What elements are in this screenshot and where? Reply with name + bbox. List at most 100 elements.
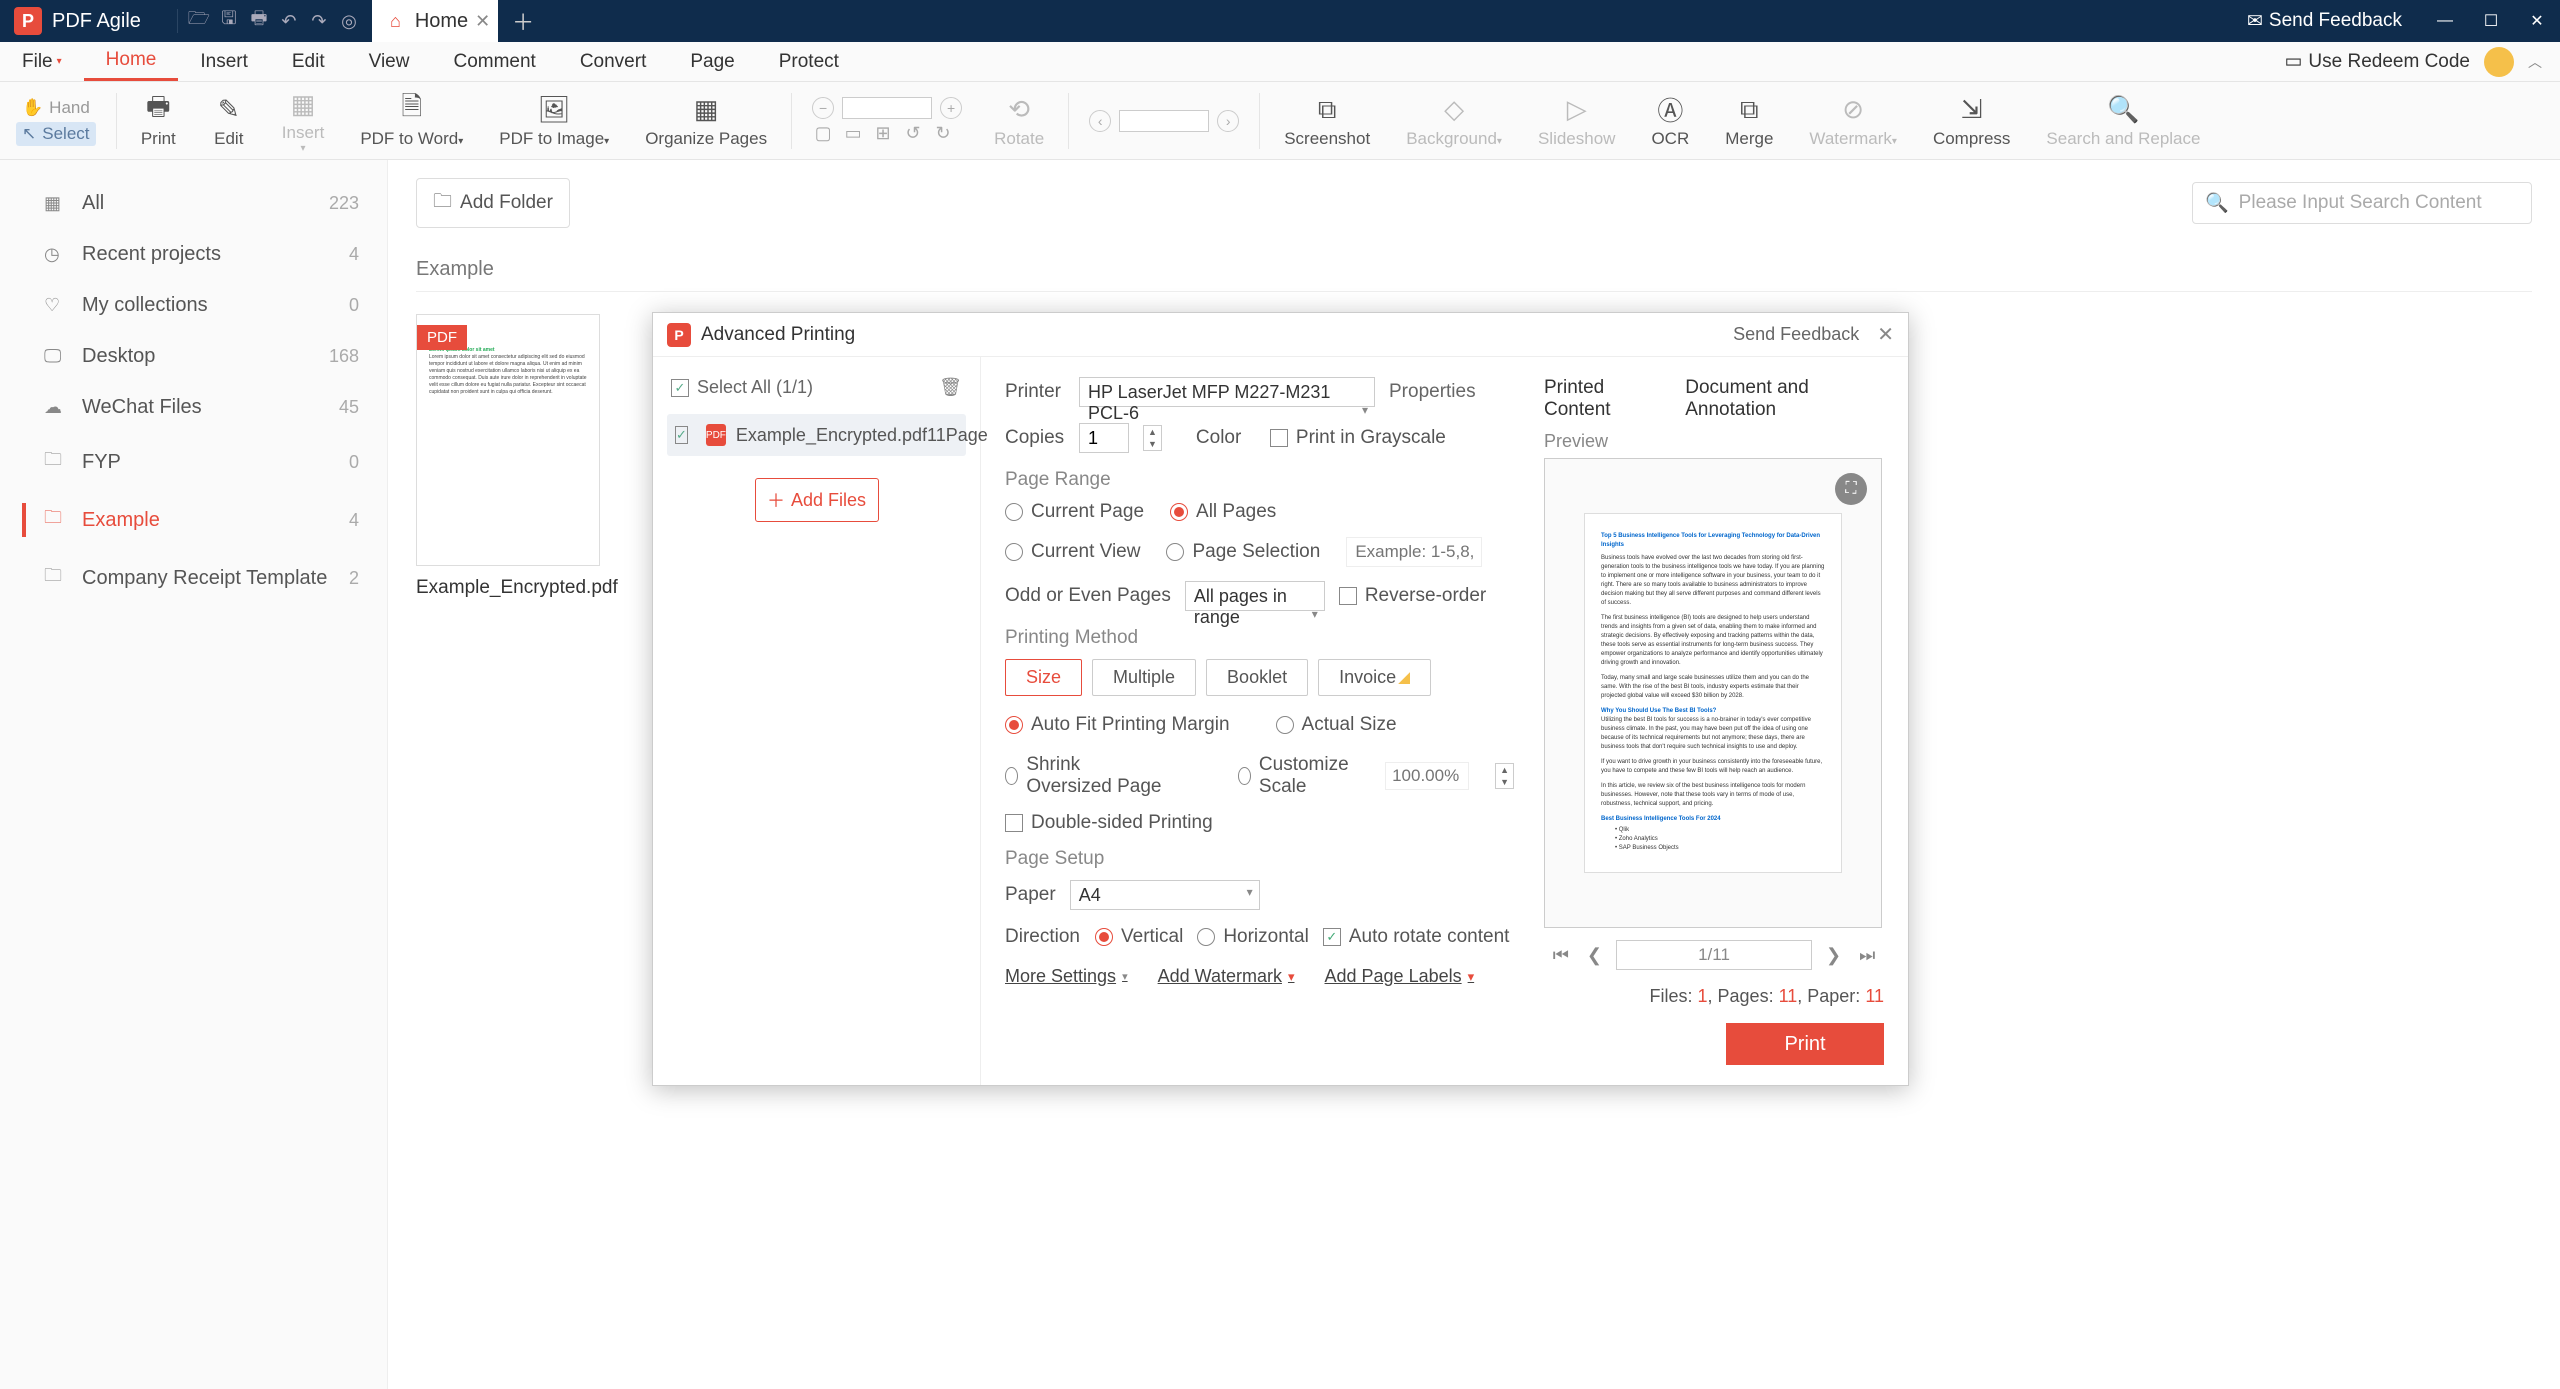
menu-comment[interactable]: Comment: [431, 42, 557, 81]
sidebar-item-wechat[interactable]: ☁WeChat Files45: [0, 382, 387, 433]
more-settings-link[interactable]: More Settings▾: [1005, 966, 1128, 987]
scale-spinner[interactable]: ▲▼: [1495, 763, 1514, 789]
prev-page-icon[interactable]: ‹: [1089, 110, 1111, 132]
zoom-out-icon[interactable]: −: [812, 97, 834, 119]
ribbon-pdf-to-word[interactable]: 🗎PDF to Word▾: [342, 93, 481, 149]
select-all-checkbox[interactable]: ✓: [671, 379, 689, 397]
odd-even-select[interactable]: All pages in range: [1185, 581, 1325, 611]
dialog-close-icon[interactable]: ✕: [1877, 322, 1894, 347]
ribbon-pdf-to-image[interactable]: 🖼PDF to Image▾: [481, 93, 627, 149]
menu-page[interactable]: Page: [668, 42, 756, 81]
target-icon[interactable]: ◎: [334, 6, 364, 36]
tab-close-icon[interactable]: ✕: [475, 11, 490, 32]
add-watermark-link[interactable]: Add Watermark▾: [1158, 966, 1295, 987]
printer-select[interactable]: HP LaserJet MFP M227-M231 PCL-6: [1079, 377, 1375, 407]
sidebar-item-all[interactable]: ▦All223: [0, 178, 387, 229]
nav-last-icon[interactable]: ⏭: [1855, 945, 1879, 966]
page-dropdown[interactable]: [1119, 110, 1209, 132]
menu-insert[interactable]: Insert: [178, 42, 270, 81]
file-list-item[interactable]: ✓ PDF Example_Encrypted.pdf 11Page: [667, 414, 966, 456]
radio-all-pages[interactable]: All Pages: [1170, 501, 1276, 523]
fit-page-icon[interactable]: ▢: [812, 123, 834, 145]
fullscreen-icon[interactable]: ⛶: [1835, 473, 1867, 505]
radio-current-view[interactable]: Current View: [1005, 541, 1140, 563]
radio-current-page[interactable]: Current Page: [1005, 501, 1144, 523]
redo-icon[interactable]: ↷: [304, 6, 334, 36]
dialog-feedback-link[interactable]: Send Feedback: [1733, 324, 1859, 345]
open-icon[interactable]: 🗁: [184, 6, 214, 36]
ribbon-screenshot[interactable]: ⧉Screenshot: [1266, 93, 1388, 149]
select-tool[interactable]: ↖Select: [16, 122, 96, 146]
menu-edit[interactable]: Edit: [270, 42, 347, 81]
print-button[interactable]: Print: [1726, 1023, 1884, 1065]
auto-rotate-checkbox[interactable]: ✓Auto rotate content: [1323, 926, 1510, 948]
properties-link[interactable]: Properties: [1389, 381, 1476, 403]
zoom-dropdown[interactable]: [842, 97, 932, 119]
undo-icon[interactable]: ↶: [274, 6, 304, 36]
sidebar-item-collections[interactable]: ♡My collections0: [0, 280, 387, 331]
sidebar-item-company[interactable]: 🗀Company Receipt Template2: [0, 549, 387, 607]
ribbon-slideshow[interactable]: ▷Slideshow: [1520, 93, 1634, 149]
ribbon-insert[interactable]: ▦Insert▾: [264, 87, 343, 154]
menu-protect[interactable]: Protect: [757, 42, 861, 81]
add-folder-button[interactable]: 🗀Add Folder: [416, 178, 570, 228]
ribbon-ocr[interactable]: ⒶOCR: [1633, 93, 1707, 149]
close-button[interactable]: ✕: [2514, 0, 2560, 42]
user-avatar[interactable]: [2484, 47, 2514, 77]
ribbon-rotate[interactable]: ⟲Rotate: [976, 93, 1062, 149]
ribbon-background[interactable]: ◇Background▾: [1388, 93, 1520, 149]
menu-file[interactable]: File▾: [0, 42, 84, 81]
minimize-button[interactable]: —: [2422, 0, 2468, 42]
zoom-in-icon[interactable]: +: [940, 97, 962, 119]
tab-booklet[interactable]: Booklet: [1206, 659, 1308, 696]
fit-width-icon[interactable]: ▭: [842, 123, 864, 145]
menu-convert[interactable]: Convert: [558, 42, 669, 81]
scale-input[interactable]: [1385, 762, 1469, 790]
tab-multiple[interactable]: Multiple: [1092, 659, 1196, 696]
send-feedback-link[interactable]: ✉ Send Feedback: [2247, 10, 2402, 33]
grayscale-checkbox[interactable]: Print in Grayscale: [1270, 427, 1446, 449]
tab-home[interactable]: ⌂ Home ✕: [372, 0, 498, 42]
collapse-ribbon-icon[interactable]: ︿: [2528, 52, 2542, 72]
rotate-right-icon[interactable]: ↻: [932, 123, 954, 145]
ribbon-merge[interactable]: ⧉Merge: [1707, 93, 1791, 149]
delete-icon[interactable]: 🗑: [939, 377, 962, 398]
sidebar-item-example[interactable]: 🗀Example4: [0, 491, 387, 549]
nav-prev-icon[interactable]: ❮: [1583, 945, 1606, 966]
radio-actual-size[interactable]: Actual Size: [1276, 714, 1397, 736]
copies-input[interactable]: [1079, 423, 1129, 453]
double-sided-checkbox[interactable]: Double-sided Printing: [1005, 812, 1514, 834]
radio-page-selection[interactable]: Page Selection: [1166, 541, 1320, 563]
printed-content-select[interactable]: Document and Annotation: [1685, 377, 1884, 421]
paper-select[interactable]: A4: [1070, 880, 1260, 910]
actual-size-icon[interactable]: ⊞: [872, 123, 894, 145]
page-selection-input[interactable]: [1346, 537, 1482, 567]
sidebar-item-fyp[interactable]: 🗀FYP0: [0, 433, 387, 491]
menu-home[interactable]: Home: [84, 42, 179, 81]
print-icon[interactable]: 🖶: [244, 6, 274, 36]
file-thumbnail[interactable]: PDF Lorem ipsum dolor sit amet Lorem ips…: [416, 314, 600, 601]
rotate-left-icon[interactable]: ↺: [902, 123, 924, 145]
sidebar-item-desktop[interactable]: 🖵Desktop168: [0, 331, 387, 382]
ribbon-organize[interactable]: ▦Organize Pages: [627, 93, 785, 149]
add-page-labels-link[interactable]: Add Page Labels▾: [1325, 966, 1475, 987]
ribbon-compress[interactable]: ⇲Compress: [1915, 93, 2028, 149]
sidebar-item-recent[interactable]: ◷Recent projects4: [0, 229, 387, 280]
redeem-link[interactable]: ▭ Use Redeem Code: [2284, 50, 2470, 73]
radio-horizontal[interactable]: Horizontal: [1197, 926, 1309, 948]
ribbon-edit[interactable]: ✎Edit: [194, 93, 264, 149]
tab-invoice[interactable]: Invoice: [1318, 659, 1431, 696]
radio-custom-scale[interactable]: Customize Scale: [1238, 754, 1359, 798]
file-checkbox[interactable]: ✓: [675, 426, 688, 444]
tab-add-icon[interactable]: ＋: [512, 5, 534, 37]
save-icon[interactable]: 🖫: [214, 6, 244, 36]
menu-view[interactable]: View: [347, 42, 432, 81]
ribbon-print[interactable]: 🖶Print: [123, 93, 194, 149]
page-indicator[interactable]: 1/11: [1616, 940, 1812, 970]
tab-size[interactable]: Size: [1005, 659, 1082, 696]
nav-next-icon[interactable]: ❯: [1822, 945, 1845, 966]
copies-spinner[interactable]: ▲▼: [1143, 425, 1162, 451]
maximize-button[interactable]: ☐: [2468, 0, 2514, 42]
nav-first-icon[interactable]: ⏮: [1549, 945, 1573, 966]
ribbon-search-replace[interactable]: 🔍Search and Replace: [2028, 93, 2218, 149]
